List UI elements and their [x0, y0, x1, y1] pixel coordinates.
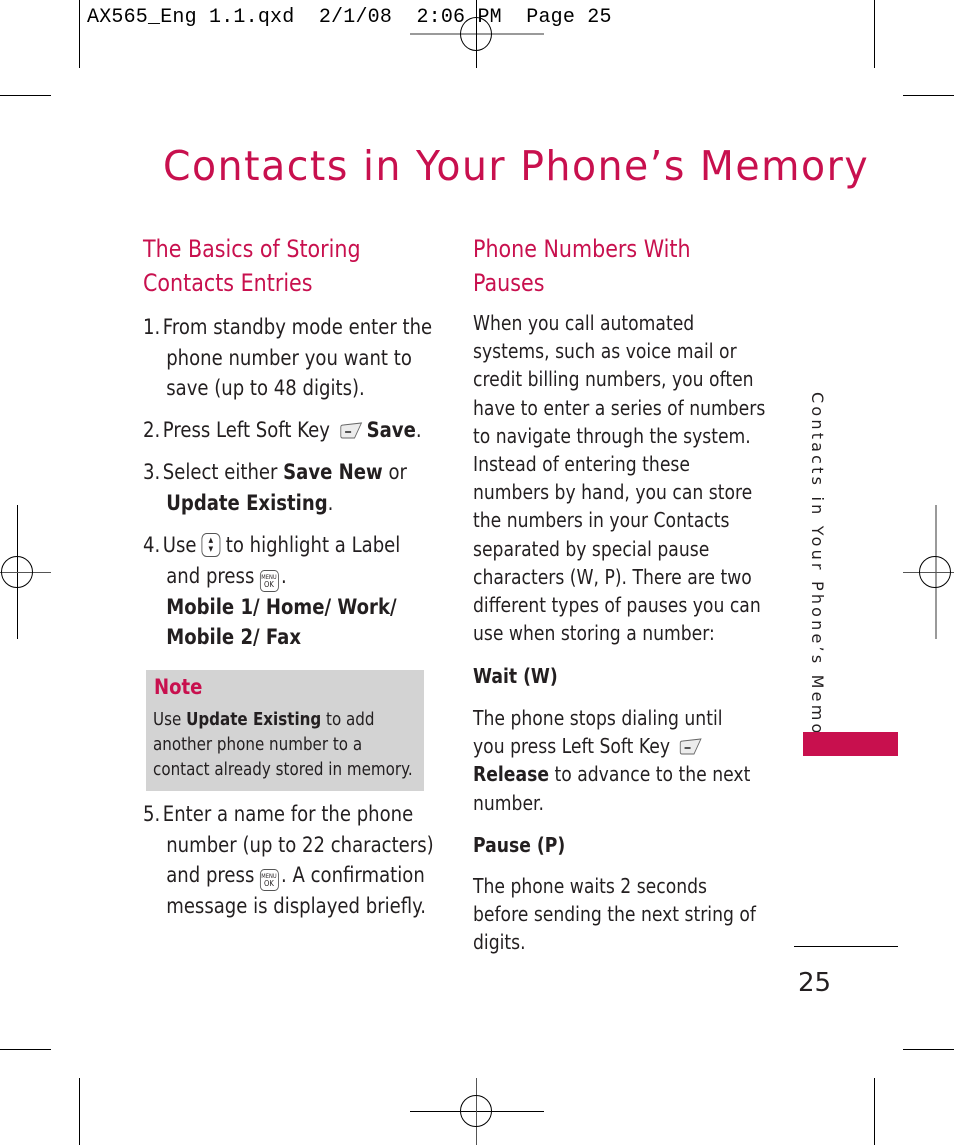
- paragraph-line: before sending the next string of: [473, 902, 756, 927]
- step-text: message is displayed briefly.: [166, 894, 426, 918]
- wait-heading: Wait (W): [473, 664, 558, 688]
- step-number: 5.: [143, 802, 161, 826]
- label-options: Mobile 1/ Home/ Work/: [166, 594, 397, 619]
- step-number: 1.: [143, 315, 161, 339]
- paragraph-line: to advance to the next: [554, 762, 751, 787]
- paragraph-line: Instead of entering these: [473, 452, 690, 477]
- step-3: 3. Select either Save New or Update Exist…: [143, 457, 427, 518]
- paragraph-line: The phone waits 2 seconds: [473, 874, 708, 898]
- paragraph-line: The phone stops dialing until: [473, 706, 723, 730]
- crop-mark: [0, 1049, 51, 1050]
- paragraph-line: use when storing a number:: [473, 621, 715, 646]
- step-text: Use: [162, 533, 197, 557]
- note-box: Note Use Update Existing to add another …: [146, 670, 424, 791]
- pause-heading: Pause (P): [473, 833, 566, 857]
- ok-key-label: OK: [264, 879, 274, 888]
- note-bold-term: Update Existing: [186, 709, 322, 730]
- pauses-intro-paragraph: When you call automated systems, such as …: [473, 309, 765, 647]
- heading-line: The Basics of Storing: [143, 235, 361, 263]
- step-number: 2.: [143, 418, 161, 442]
- step-text: From standby mode enter the: [162, 315, 433, 339]
- paragraph-line: When you call automated: [473, 311, 695, 335]
- note-text: contact already stored in memory.: [153, 759, 413, 780]
- note-body: Use Update Existing to add another phone…: [153, 707, 413, 782]
- arrow-up-icon: ▲: [208, 536, 214, 544]
- paragraph-line: different types of pauses you can: [473, 593, 761, 618]
- step-text: or: [388, 460, 407, 484]
- punctuation: .: [281, 563, 287, 588]
- paragraph-line: credit billing numbers, you often: [473, 367, 754, 392]
- step-5: 5. Enter a name for the phone number (up …: [143, 799, 434, 922]
- wait-paragraph: The phone stops dialing until you press …: [473, 704, 765, 817]
- paragraph-line: digits.: [473, 930, 526, 955]
- note-title: Note: [154, 675, 203, 699]
- option-update-existing: Update Existing: [166, 490, 328, 515]
- step-1: 1. From standby mode enter the phone numb…: [143, 312, 432, 404]
- note-text: Use: [153, 709, 182, 730]
- paragraph-line: the numbers in your Contacts: [473, 508, 730, 533]
- step-text: phone number you want to: [166, 345, 412, 370]
- section-tab-marker: [803, 732, 898, 756]
- left-soft-key-icon: [679, 738, 702, 755]
- note-text: another phone number to a: [153, 734, 363, 755]
- step-text: and press: [166, 563, 255, 588]
- left-soft-key-icon: [340, 422, 363, 439]
- soft-key-label: Release: [473, 762, 549, 787]
- menu-ok-key-icon: MENU OK: [259, 869, 279, 891]
- page-title: Contacts in Your Phone’s Memory: [163, 142, 870, 190]
- menu-ok-key-icon: MENU OK: [259, 569, 279, 592]
- punctuation: .: [415, 418, 422, 442]
- step-text: . A confirmation: [281, 863, 425, 887]
- note-text: to add: [326, 709, 375, 730]
- step-text: Press Left Soft Key: [162, 418, 330, 442]
- step-text: save (up to 48 digits).: [166, 376, 365, 400]
- crop-mark: [79, 0, 80, 68]
- heading-line: Contacts Entries: [143, 269, 313, 297]
- paragraph-line: to navigate through the system.: [473, 423, 751, 448]
- side-tab-text: Contacts in Your Phone’s Memory: [808, 392, 827, 759]
- heading-line: Phone Numbers With: [473, 235, 691, 263]
- step-number: 3.: [143, 460, 161, 484]
- pause-paragraph: The phone waits 2 seconds before sending…: [473, 872, 765, 957]
- navigation-key-icon: ▲ ▼: [201, 533, 221, 557]
- label-options: Mobile 2/ Fax: [166, 625, 302, 649]
- crop-mark: [874, 1078, 875, 1145]
- soft-key-label: Save: [366, 418, 416, 442]
- printer-slug: AX565_Eng 1.1.qxd 2/1/08 2:06 PM Page 25: [87, 6, 612, 29]
- heading-line: Pauses: [473, 269, 545, 297]
- section-heading-pauses: Phone Numbers With Pauses: [473, 232, 765, 300]
- crop-mark: [874, 0, 875, 68]
- paragraph-line: number.: [473, 790, 545, 815]
- step-2: 2. Press Left Soft Key Save.: [143, 415, 427, 446]
- side-tab-label: Contacts in Your Phone’s Memory: [808, 392, 834, 759]
- step-text: Select either: [162, 460, 278, 484]
- arrow-down-icon: ▼: [208, 545, 214, 553]
- step-text: Enter a name for the phone: [162, 802, 414, 826]
- paragraph-line: numbers by hand, you can store: [473, 480, 753, 505]
- step-text: to highlight a Label: [225, 533, 401, 557]
- crop-mark: [79, 1078, 80, 1145]
- step-number: 4.: [143, 533, 161, 557]
- step-4: 4. Use ▲ ▼ to highlight a Label and press MEN…: [143, 530, 427, 653]
- page-number: 25: [798, 968, 832, 998]
- paragraph-line: systems, such as voice mail or: [473, 339, 737, 364]
- paragraph-line: separated by special pause: [473, 536, 710, 561]
- ok-key-label: OK: [264, 579, 274, 589]
- punctuation: .: [327, 490, 334, 515]
- crop-mark: [0, 95, 51, 96]
- crop-mark: [903, 95, 954, 96]
- step-text: and press: [166, 863, 255, 887]
- step-text: number (up to 22 characters): [166, 832, 434, 857]
- section-heading-basics: The Basics of Storing Contacts Entries: [143, 232, 427, 300]
- page-number-rule: [794, 946, 898, 947]
- paragraph-line: you press Left Soft Key: [473, 734, 671, 759]
- option-save-new: Save New: [283, 460, 383, 484]
- crop-mark: [903, 1049, 954, 1050]
- paragraph-line: characters (W, P). There are two: [473, 564, 752, 589]
- paragraph-line: have to enter a series of numbers: [473, 395, 766, 420]
